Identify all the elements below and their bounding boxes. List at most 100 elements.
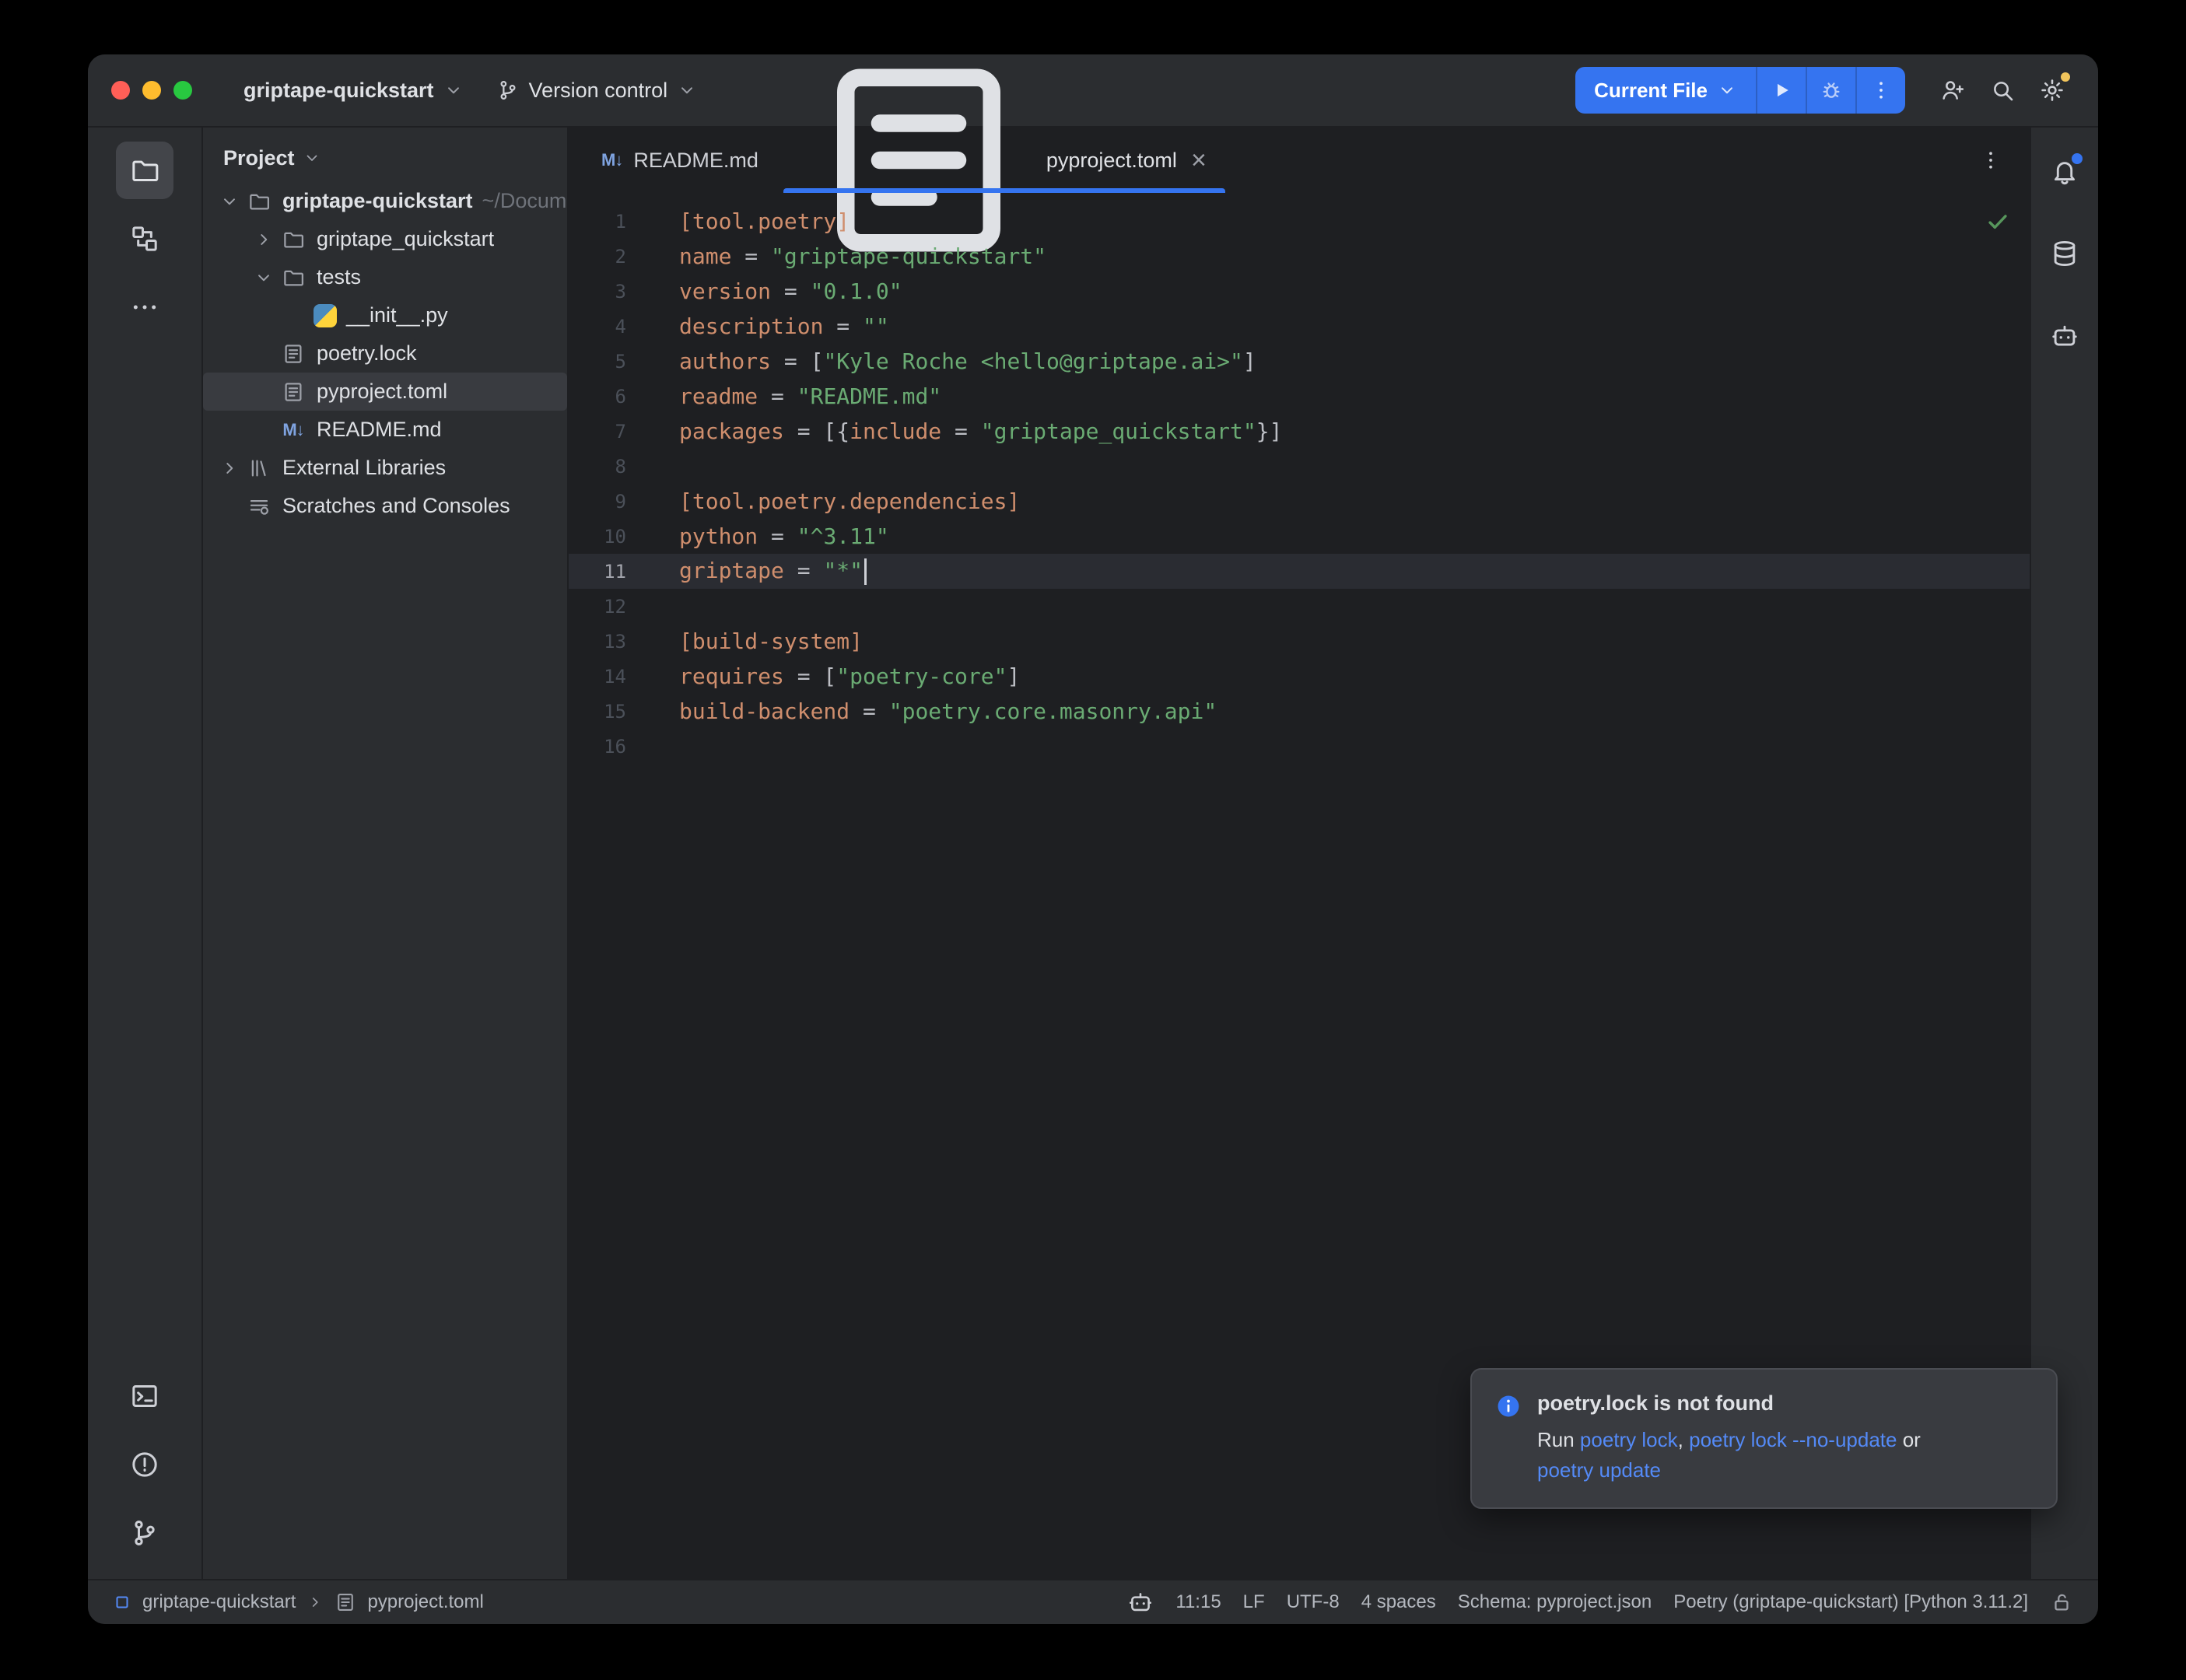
tree-item-griptape_quickstart[interactable]: griptape_quickstart [203, 220, 567, 258]
code-line-14[interactable]: 14requires = ["poetry-core"] [569, 659, 2030, 694]
close-window-button[interactable] [111, 81, 130, 100]
tree-indent [248, 381, 279, 403]
poetry-lock-link[interactable]: poetry lock [1580, 1428, 1678, 1451]
code-line-12[interactable]: 12 [569, 589, 2030, 624]
tab-pyproject.toml[interactable]: pyproject.toml × [780, 128, 1228, 193]
status-item[interactable]: Schema: pyproject.json [1447, 1591, 1662, 1613]
tool-stripe-branch-icon[interactable] [116, 1504, 173, 1562]
code-line-6[interactable]: 6readme = "README.md" [569, 379, 2030, 414]
code-line-10[interactable]: 10python = "^3.11" [569, 519, 2030, 554]
tool-stripe-problems-icon[interactable] [116, 1436, 173, 1493]
code-line-1[interactable]: 1[tool.poetry] [569, 204, 2030, 239]
code-line-8[interactable]: 8 [569, 449, 2030, 484]
code-line-7[interactable]: 7packages = [{include = "griptape_quicks… [569, 414, 2030, 449]
line-number: 9 [569, 491, 653, 513]
status-item[interactable]: UTF-8 [1276, 1591, 1350, 1613]
minimize-window-button[interactable] [142, 81, 161, 100]
tool-stripe-database-icon[interactable] [2041, 230, 2088, 277]
code-line-11[interactable]: 11griptape = "*" [569, 554, 2030, 589]
run-config-label: Current File [1594, 79, 1708, 103]
code-line-4[interactable]: 4description = "" [569, 309, 2030, 344]
status-item[interactable]: LF [1232, 1591, 1276, 1613]
config-file-icon [279, 341, 307, 366]
unlock-icon[interactable] [2050, 1591, 2073, 1614]
ai-assistant-icon[interactable] [1127, 1589, 1154, 1615]
notification-text: , [1678, 1428, 1689, 1451]
breadcrumb-file[interactable]: pyproject.toml [367, 1591, 483, 1613]
project-folder-icon [129, 155, 160, 186]
zoom-window-button[interactable] [173, 81, 192, 100]
tree-item-__init__.py[interactable]: __init__.py [203, 296, 567, 334]
main-area: Project griptape-quickstart~/Documegript… [88, 128, 2098, 1579]
poetry-update-link[interactable]: poetry update [1537, 1458, 1661, 1482]
breadcrumb-project[interactable]: griptape-quickstart [142, 1591, 296, 1613]
play-icon [1770, 79, 1793, 102]
notification-balloon: poetry.lock is not found Run poetry lock… [1470, 1368, 2058, 1509]
status-item[interactable]: 11:15 [1165, 1591, 1231, 1613]
status-item[interactable]: Poetry (griptape-quickstart) [Python 3.1… [1662, 1591, 2039, 1613]
status-bar: griptape-quickstart pyproject.toml 11:15… [88, 1579, 2098, 1624]
code-line-13[interactable]: 13[build-system] [569, 624, 2030, 659]
tab-README.md[interactable]: M↓README.md [580, 128, 780, 193]
tree-item-label: External Libraries [282, 456, 446, 480]
run-button[interactable] [1756, 67, 1806, 114]
code-line-3[interactable]: 3version = "0.1.0" [569, 274, 2030, 309]
vcs-label: Version control [529, 79, 668, 103]
tab-options-button[interactable] [1974, 143, 2008, 177]
settings-button[interactable] [2030, 68, 2075, 113]
code-line-16[interactable]: 16 [569, 729, 2030, 764]
notification-content: poetry.lock is not found Run poetry lock… [1537, 1391, 1921, 1486]
code-line-15[interactable]: 15build-backend = "poetry.core.masonry.a… [569, 694, 2030, 729]
tool-stripe-notifications-icon[interactable] [2041, 148, 2088, 194]
tree-item-pyproject.toml[interactable]: pyproject.toml [203, 373, 567, 411]
debug-icon [1820, 79, 1843, 102]
chevron-right-icon [307, 1594, 324, 1611]
notifications-icon [2050, 156, 2079, 186]
code-line-5[interactable]: 5authors = ["Kyle Roche <hello@griptape.… [569, 344, 2030, 379]
ide-window: griptape-quickstart Version control Curr… [88, 54, 2098, 1624]
tool-stripe-project-folder-icon[interactable] [116, 142, 173, 199]
tree-item-poetry.lock[interactable]: poetry.lock [203, 334, 567, 373]
kebab-icon [1869, 79, 1893, 102]
code-with-me-button[interactable] [1930, 68, 1975, 113]
line-number: 8 [569, 456, 653, 478]
tree-item-label: griptape-quickstart [282, 189, 473, 213]
poetry-lock-no-update-link[interactable]: poetry lock --no-update [1689, 1428, 1897, 1451]
tab-label: pyproject.toml [1046, 149, 1177, 173]
line-number: 15 [569, 701, 653, 723]
folder-icon [279, 265, 307, 290]
tool-stripe-more-icon[interactable] [116, 278, 173, 336]
left-tool-stripe [88, 128, 203, 1579]
tree-indent [248, 343, 279, 365]
project-panel-header[interactable]: Project [203, 134, 567, 182]
library-icon [245, 456, 273, 481]
project-name: griptape-quickstart [243, 79, 434, 103]
tool-stripe-ai-assistant-icon[interactable] [2041, 313, 2088, 359]
more-run-options-button[interactable] [1855, 67, 1905, 114]
tree-indent [214, 495, 245, 517]
tree-item-README.md[interactable]: M↓README.md [203, 411, 567, 449]
close-tab-icon[interactable]: × [1191, 147, 1207, 173]
run-configuration-selector[interactable]: Current File [1575, 67, 1756, 114]
code-line-9[interactable]: 9[tool.poetry.dependencies] [569, 484, 2030, 519]
tree-item-External Libraries[interactable]: External Libraries [203, 449, 567, 487]
code-line-2[interactable]: 2name = "griptape-quickstart" [569, 239, 2030, 274]
chevron-down-icon [1717, 80, 1737, 100]
vcs-widget[interactable]: Version control [482, 67, 712, 114]
tree-item-tests[interactable]: tests [203, 258, 567, 296]
tree-item-Scratches and Consoles[interactable]: Scratches and Consoles [203, 487, 567, 525]
tree-item-label: Scratches and Consoles [282, 494, 510, 518]
ai-assistant-icon [2050, 321, 2079, 351]
project-widget[interactable]: griptape-quickstart [229, 67, 478, 114]
right-tool-stripe [2030, 128, 2098, 1579]
tool-stripe-terminal-icon[interactable] [116, 1367, 173, 1425]
line-number: 1 [569, 211, 653, 233]
tree-item-griptape-quickstart[interactable]: griptape-quickstart~/Docume [203, 182, 567, 220]
markdown-icon: M↓ [279, 418, 307, 443]
status-item[interactable]: 4 spaces [1350, 1591, 1447, 1613]
chevron-down-icon [303, 149, 321, 167]
tool-stripe-structure-icon[interactable] [116, 210, 173, 268]
debug-button[interactable] [1806, 67, 1855, 114]
search-everywhere-button[interactable] [1980, 68, 2025, 113]
notification-text: Run [1537, 1428, 1580, 1451]
